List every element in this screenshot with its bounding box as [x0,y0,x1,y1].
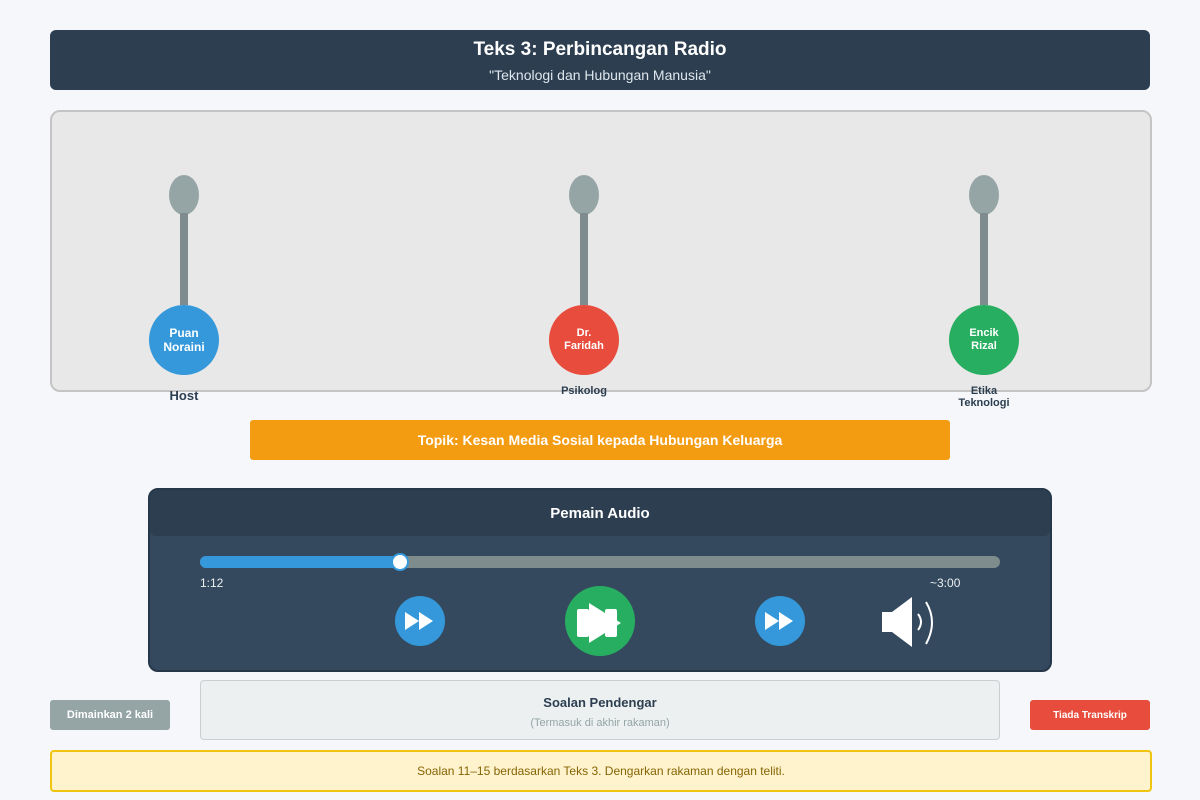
microphone-icon [969,175,999,215]
progress-fill [200,556,400,568]
speaker-name: Encik Rizal [969,326,999,352]
speaker-avatar-psychologist: Dr. Faridah [549,305,619,375]
fast-forward-icon [765,612,793,630]
progress-handle[interactable] [391,553,409,571]
microphone-icon [569,175,599,215]
speaker-avatar-ethics: Encik Rizal [949,305,1019,375]
player-title: Pemain Audio [150,490,1050,536]
microphone-stand [980,213,988,305]
speaker-avatar-host: Puan Noraini [149,305,219,375]
speaker-name: Puan Noraini [163,325,205,354]
questions-title: Soalan Pendengar [543,695,657,710]
questions-subtitle: (Termasuk di akhir rakaman) [530,717,670,729]
page-title: Teks 3: Perbincangan Radio [473,39,727,60]
volume-icon [882,597,933,647]
listener-questions-panel: Soalan Pendengar (Termasuk di akhir raka… [200,680,1000,740]
no-transcript-badge: Tiada Transkrip [1030,700,1150,730]
microphone-stand [580,213,588,305]
rewind-icon [405,612,433,630]
page-header: Teks 3: Perbincangan Radio "Teknologi da… [50,30,1150,90]
speaker-role: Psikolog [561,385,607,397]
topic-banner: Topik: Kesan Media Sosial kepada Hubunga… [250,420,950,460]
play-button[interactable] [565,586,635,656]
speaker-name: Dr. Faridah [564,326,604,352]
audio-player: Pemain Audio 1:12 ~3:00 [148,488,1052,672]
current-time: 1:12 [200,576,224,590]
progress-bar[interactable] [200,553,1000,571]
play-count-badge: Dimainkan 2 kali [50,700,170,730]
play-icon [577,603,621,643]
volume-button[interactable] [880,594,940,650]
fast-forward-button[interactable] [755,596,805,646]
instruction-note: Soalan 11–15 berdasarkan Teks 3. Dengark… [50,750,1152,792]
speaker-role: Etika Teknologi [924,385,1044,409]
microphone-stand [180,213,188,305]
speaker-role: Host [169,388,199,403]
microphone-icon [169,175,199,215]
total-time: ~3:00 [930,576,961,590]
page-subtitle: "Teknologi dan Hubungan Manusia" [489,67,711,83]
speaker-role-text: Etika Teknologi [958,385,1010,409]
rewind-button[interactable] [395,596,445,646]
